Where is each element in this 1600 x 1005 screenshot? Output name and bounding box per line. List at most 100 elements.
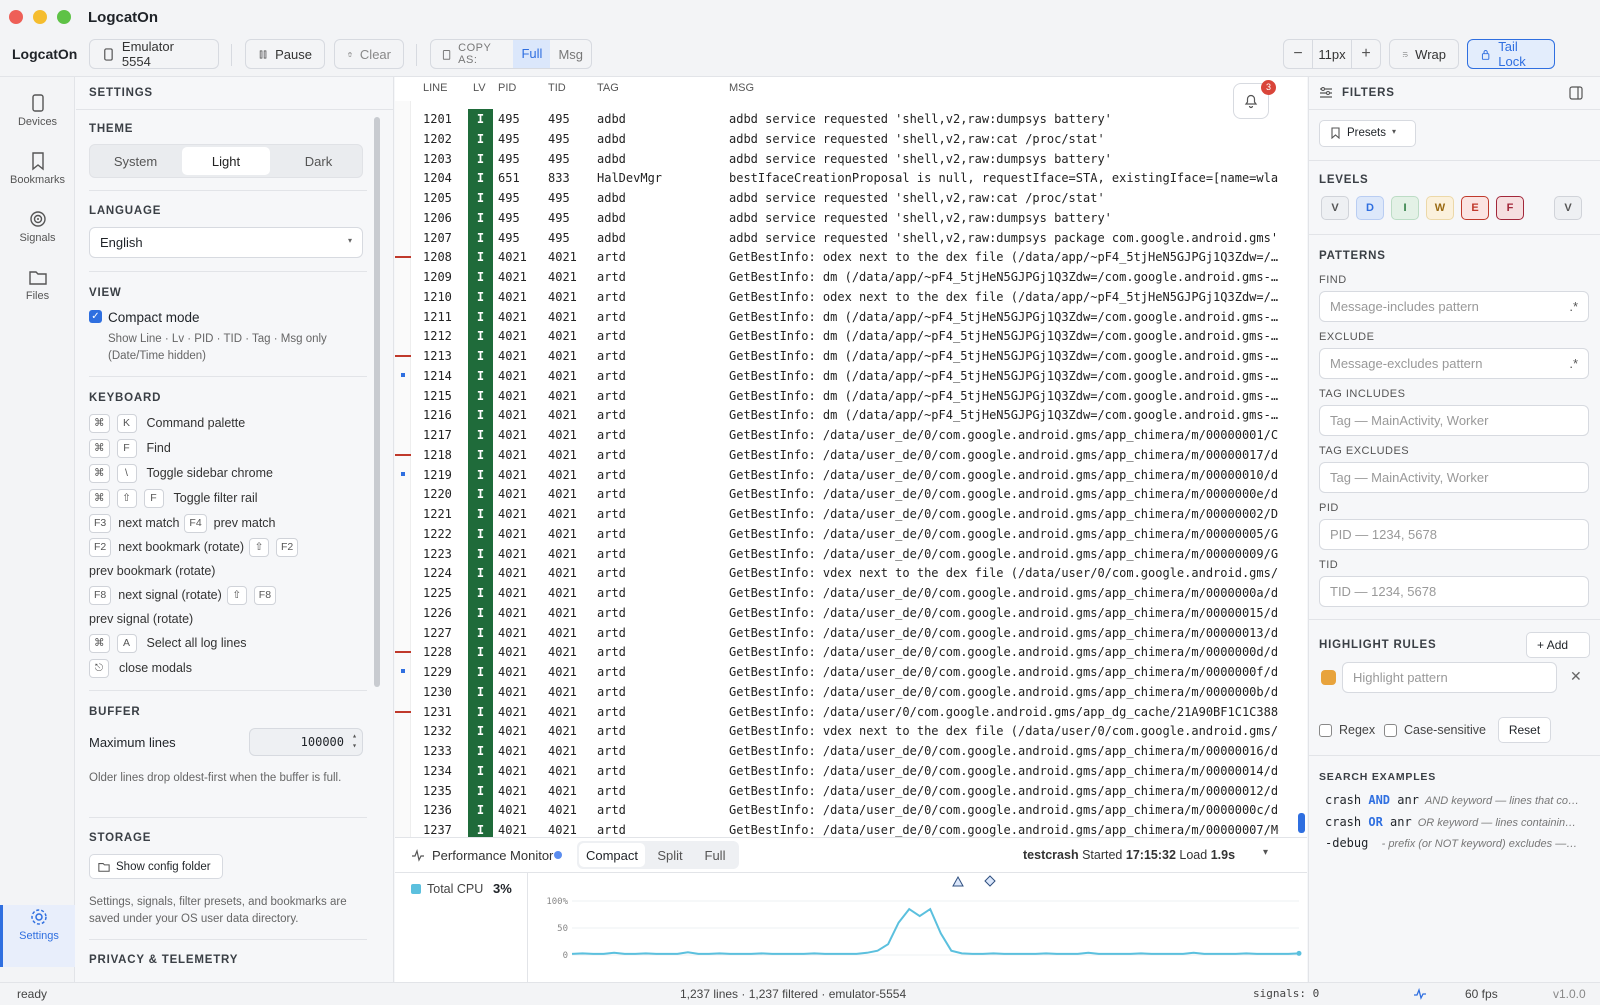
search-example[interactable]: crash AND anr AND keyword — lines that co… [1325, 793, 1595, 807]
tag-excludes-input[interactable]: Tag — MainActivity, Worker [1319, 462, 1589, 493]
case-sensitive-checkbox[interactable] [1384, 724, 1397, 737]
regex-checkbox[interactable] [1319, 724, 1332, 737]
log-row[interactable]: 1231 I 4021 4021 artd GetBestInfo: /data/user… [395, 701, 1307, 722]
highlight-color-swatch[interactable] [1321, 670, 1336, 685]
theme-option-system[interactable]: System [90, 145, 181, 177]
level-toggle-f[interactable]: F [1496, 196, 1524, 220]
log-row[interactable]: 1236 I 4021 4021 artd GetBestInfo: /data/user… [395, 800, 1307, 821]
nav-settings[interactable]: Settings [0, 905, 75, 967]
close-window-button[interactable] [9, 10, 23, 24]
level-verbose-extra[interactable]: V [1554, 196, 1582, 220]
decrease-font-button[interactable]: − [1284, 45, 1312, 63]
show-config-folder-button[interactable]: Show config folder [89, 854, 223, 879]
log-row[interactable]: 1203 I 495 495 adbd adbd service requested 's… [395, 148, 1307, 169]
log-row[interactable]: 1216 I 4021 4021 artd GetBestInfo: dm (/data/… [395, 405, 1307, 426]
log-row[interactable]: 1230 I 4021 4021 artd GetBestInfo: /data/user… [395, 681, 1307, 702]
col-line[interactable]: LINE [423, 82, 447, 94]
increase-font-button[interactable]: + [1352, 45, 1380, 63]
log-row[interactable]: 1215 I 4021 4021 artd GetBestInfo: dm (/data/… [395, 385, 1307, 406]
level-toggle-w[interactable]: W [1426, 196, 1454, 220]
remove-highlight-icon[interactable]: ✕ [1570, 668, 1582, 685]
log-row[interactable]: 1212 I 4021 4021 artd GetBestInfo: dm (/data/… [395, 326, 1307, 347]
log-scrollbar[interactable] [1298, 100, 1306, 835]
start-event-marker[interactable] [952, 875, 964, 887]
add-highlight-button[interactable]: + Add [1526, 632, 1590, 658]
log-row[interactable]: 1224 I 4021 4021 artd GetBestInfo: vdex next … [395, 563, 1307, 584]
wrap-button[interactable]: Wrap [1389, 39, 1459, 69]
log-row[interactable]: 1201 I 495 495 adbd adbd service requested 's… [395, 109, 1307, 129]
tab-compact[interactable]: Compact [579, 843, 645, 867]
search-example[interactable]: crash OR anr OR keyword — lines containin… [1325, 815, 1595, 829]
compact-mode-checkbox[interactable]: ✓ [89, 310, 102, 323]
log-row[interactable]: 1206 I 495 495 adbd adbd service requested 's… [395, 207, 1307, 228]
minimize-window-button[interactable] [33, 10, 47, 24]
tab-split[interactable]: Split [647, 843, 693, 867]
collapse-panel-icon[interactable] [1569, 86, 1583, 100]
log-row[interactable]: 1205 I 495 495 adbd adbd service requested 's… [395, 188, 1307, 208]
log-row[interactable]: 1228 I 4021 4021 artd GetBestInfo: /data/user… [395, 642, 1307, 663]
col-tid[interactable]: TID [548, 82, 566, 94]
log-row[interactable]: 1219 I 4021 4021 artd GetBestInfo: /data/user… [395, 464, 1307, 485]
log-row[interactable]: 1220 I 4021 4021 artd GetBestInfo: /data/user… [395, 484, 1307, 505]
stepper-icon[interactable]: ▴ ▾ [352, 731, 357, 751]
language-select[interactable]: English ▾ [89, 227, 363, 258]
exclude-input[interactable]: Message-excludes pattern .* [1319, 348, 1589, 379]
tag-includes-input[interactable]: Tag — MainActivity, Worker [1319, 405, 1589, 436]
copy-msg-option[interactable]: Msg [550, 41, 591, 68]
log-row[interactable]: 1208 I 4021 4021 artd GetBestInfo: odex next … [395, 247, 1307, 268]
level-toggle-i[interactable]: I [1391, 196, 1419, 220]
find-input[interactable]: Message-includes pattern .* [1319, 291, 1589, 322]
tail-lock-button[interactable]: Tail Lock [1467, 39, 1555, 69]
nav-signals[interactable]: Signals [0, 209, 75, 263]
reset-button[interactable]: Reset [1498, 717, 1551, 743]
scroll-thumb[interactable] [1298, 813, 1305, 833]
notifications-button[interactable]: 3 [1233, 80, 1276, 119]
copy-full-option[interactable]: Full [513, 40, 551, 68]
highlight-pattern-input[interactable]: Highlight pattern [1342, 662, 1557, 693]
theme-option-dark[interactable]: Dark [273, 145, 364, 177]
device-selector[interactable]: Emulator 5554 [89, 39, 219, 69]
log-row[interactable]: 1204 I 651 833 HalDevMgr bestIfaceCreationPro… [395, 168, 1307, 189]
pid-input[interactable]: PID — 1234, 5678 [1319, 519, 1589, 550]
log-row[interactable]: 1211 I 4021 4021 artd GetBestInfo: dm (/data/… [395, 306, 1307, 327]
presets-dropdown[interactable]: Presets ▾ [1319, 120, 1416, 147]
col-pid[interactable]: PID [498, 82, 516, 94]
tab-full[interactable]: Full [693, 843, 737, 867]
maximize-window-button[interactable] [57, 10, 71, 24]
regex-icon[interactable]: .* [1569, 299, 1578, 314]
pause-button[interactable]: Pause [245, 39, 325, 69]
level-toggle-v[interactable]: V [1321, 196, 1349, 220]
log-row[interactable]: 1213 I 4021 4021 artd GetBestInfo: dm (/data/… [395, 346, 1307, 366]
log-row[interactable]: 1207 I 495 495 adbd adbd service requested 's… [395, 227, 1307, 248]
collapse-chevron-icon[interactable]: ▾ [1263, 847, 1268, 858]
log-row[interactable]: 1209 I 4021 4021 artd GetBestInfo: dm (/data/… [395, 267, 1307, 287]
log-row[interactable]: 1221 I 4021 4021 artd GetBestInfo: /data/user… [395, 504, 1307, 524]
level-toggle-d[interactable]: D [1356, 196, 1384, 220]
log-row[interactable]: 1229 I 4021 4021 artd GetBestInfo: /data/user… [395, 662, 1307, 682]
search-example[interactable]: -debug - prefix (or NOT keyword) exclude… [1325, 836, 1595, 850]
log-row[interactable]: 1237 I 4021 4021 artd GetBestInfo: /data/user… [395, 820, 1307, 837]
col-tag[interactable]: TAG [597, 82, 619, 94]
log-row[interactable]: 1225 I 4021 4021 artd GetBestInfo: /data/user… [395, 583, 1307, 603]
clear-button[interactable]: Clear [334, 39, 404, 69]
log-row[interactable]: 1223 I 4021 4021 artd GetBestInfo: /data/user… [395, 543, 1307, 564]
log-row[interactable]: 1226 I 4021 4021 artd GetBestInfo: /data/user… [395, 602, 1307, 623]
log-row[interactable]: 1232 I 4021 4021 artd GetBestInfo: vdex next … [395, 721, 1307, 742]
load-event-marker[interactable] [984, 875, 996, 887]
nav-devices[interactable]: Devices [0, 93, 75, 147]
log-row[interactable]: 1222 I 4021 4021 artd GetBestInfo: /data/user… [395, 523, 1307, 544]
log-row[interactable]: 1227 I 4021 4021 artd GetBestInfo: /data/user… [395, 622, 1307, 643]
theme-option-light[interactable]: Light [182, 147, 270, 175]
nav-bookmarks[interactable]: Bookmarks [0, 151, 75, 205]
col-lv[interactable]: LV [473, 82, 486, 94]
log-row[interactable]: 1234 I 4021 4021 artd GetBestInfo: /data/user… [395, 760, 1307, 781]
regex-icon[interactable]: .* [1569, 356, 1578, 371]
log-row[interactable]: 1235 I 4021 4021 artd GetBestInfo: /data/user… [395, 780, 1307, 801]
log-row[interactable]: 1218 I 4021 4021 artd GetBestInfo: /data/user… [395, 444, 1307, 465]
col-msg[interactable]: MSG [729, 82, 754, 94]
nav-files[interactable]: Files [0, 267, 75, 321]
log-row[interactable]: 1210 I 4021 4021 artd GetBestInfo: odex next … [395, 286, 1307, 307]
log-row[interactable]: 1233 I 4021 4021 artd GetBestInfo: /data/user… [395, 741, 1307, 761]
log-row[interactable]: 1202 I 495 495 adbd adbd service requested 's… [395, 128, 1307, 149]
level-toggle-e[interactable]: E [1461, 196, 1489, 220]
